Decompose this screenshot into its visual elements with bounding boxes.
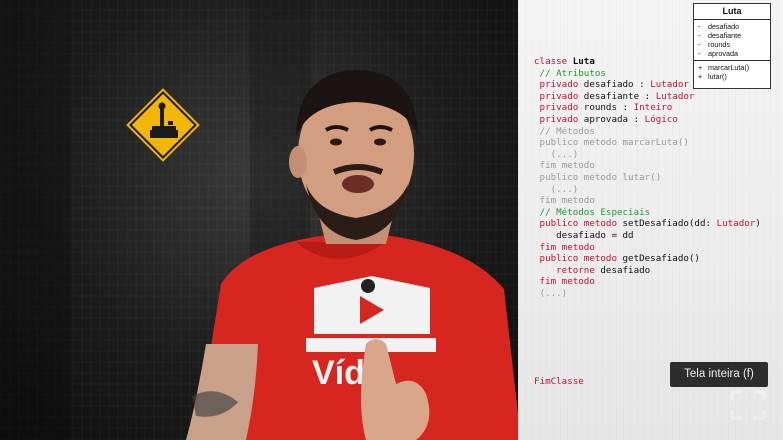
code-token: publico metodo lutar() bbox=[534, 171, 662, 183]
video-player[interactable]: Víd classe Luta // Atributos privado des… bbox=[0, 0, 783, 440]
end-class-label: FimClasse bbox=[534, 376, 584, 387]
uml-member-name: rounds bbox=[708, 40, 730, 49]
code-line: retorne desafiado bbox=[534, 265, 774, 277]
code-token: fim metodo bbox=[534, 195, 595, 207]
code-token: Lógico bbox=[644, 113, 678, 125]
code-line: fim metodo bbox=[534, 160, 774, 172]
code-line: // Métodos bbox=[534, 126, 774, 138]
code-line: publico metodo lutar() bbox=[534, 172, 774, 184]
uml-methods: + marcarLuta() + lutar() bbox=[694, 61, 770, 83]
uml-visibility-symbol: - bbox=[698, 40, 701, 49]
uml-row: - rounds bbox=[698, 40, 766, 49]
code-token: desafiante : bbox=[583, 90, 656, 102]
uml-member-name: desafiado bbox=[708, 22, 740, 31]
uml-visibility-symbol: + bbox=[698, 72, 703, 81]
code-token: publico metodo marcarLuta() bbox=[534, 137, 689, 149]
code-token: classe bbox=[534, 56, 573, 67]
code-line: (...) bbox=[534, 288, 774, 300]
code-token: aprovada : bbox=[583, 113, 645, 125]
uml-visibility-symbol: + bbox=[698, 63, 703, 72]
fullscreen-icon bbox=[730, 390, 742, 400]
code-line: fim metodo bbox=[534, 276, 774, 288]
fullscreen-button[interactable] bbox=[728, 388, 768, 422]
code-token: privado bbox=[534, 90, 584, 102]
code-token: Lutador bbox=[716, 218, 756, 230]
uml-member-name: desafiante bbox=[708, 31, 742, 40]
code-line: fim metodo bbox=[534, 195, 774, 207]
code-token: privado bbox=[534, 113, 584, 125]
uml-class-diagram: Luta - desafiado - desafiante - rounds - aprova… bbox=[693, 3, 771, 89]
uml-member-name: marcarLuta() bbox=[708, 63, 750, 72]
code-line: desafiado = dd bbox=[534, 230, 774, 242]
code-line: (...) bbox=[534, 149, 774, 161]
code-line: (...) bbox=[534, 184, 774, 196]
code-token: ) bbox=[755, 218, 761, 230]
code-token: setDesafiado(dd: bbox=[622, 218, 717, 230]
code-token: privado bbox=[534, 79, 584, 91]
uml-row: + marcarLuta() bbox=[698, 63, 766, 72]
code-token: // Métodos bbox=[534, 125, 595, 137]
code-token: fim metodo bbox=[534, 276, 595, 288]
code-line: // Métodos Especiais bbox=[534, 207, 774, 219]
shirt-text: Víd bbox=[312, 354, 365, 392]
code-token: // Atributos bbox=[534, 67, 606, 79]
pseudocode-block: classe Luta // Atributos privado desafia… bbox=[534, 56, 774, 299]
code-token: fim metodo bbox=[534, 241, 595, 253]
code-line: privado rounds : Inteiro bbox=[534, 102, 774, 114]
code-token: // Métodos Especiais bbox=[534, 206, 651, 218]
code-token: (...) bbox=[534, 287, 568, 299]
code-token: Lutador bbox=[650, 79, 689, 91]
code-token: desafiado = dd bbox=[534, 229, 634, 241]
uml-member-name: aprovada bbox=[708, 49, 738, 58]
uml-row: - desafiado bbox=[698, 22, 766, 31]
code-line: publico metodo getDesafiado() bbox=[534, 253, 774, 265]
uml-member-name: lutar() bbox=[708, 72, 727, 81]
presenter: Víd bbox=[186, 70, 521, 440]
code-token: desafiado : bbox=[583, 79, 651, 91]
code-token: getDesafiado() bbox=[622, 253, 700, 265]
code-token: desafiado bbox=[600, 264, 651, 276]
code-token: Inteiro bbox=[633, 102, 673, 114]
acoustic-panel bbox=[0, 0, 70, 440]
code-token: (...) bbox=[534, 183, 579, 195]
code-line: publico metodo setDesafiado(dd: Lutador) bbox=[534, 218, 774, 230]
fullscreen-tooltip: Tela inteira (f) bbox=[670, 362, 768, 387]
code-token: retorne bbox=[534, 264, 601, 276]
uml-row: - aprovada bbox=[698, 49, 766, 58]
code-token: (...) bbox=[534, 148, 579, 160]
code-token: Lutador bbox=[655, 90, 695, 102]
code-token: Luta bbox=[572, 56, 595, 67]
code-line: privado desafiante : Lutador bbox=[534, 91, 774, 103]
code-line: publico metodo marcarLuta() bbox=[534, 137, 774, 149]
code-token: publico metodo bbox=[534, 218, 623, 230]
video-frame[interactable]: Víd bbox=[0, 0, 521, 440]
uml-visibility-symbol: - bbox=[698, 49, 701, 58]
code-line: privado aprovada : Lógico bbox=[534, 114, 774, 126]
code-token: privado bbox=[534, 102, 584, 114]
uml-attributes: - desafiado - desafiante - rounds - aprovada bbox=[694, 20, 770, 61]
uml-visibility-symbol: - bbox=[698, 22, 701, 31]
code-line: fim metodo bbox=[534, 242, 774, 254]
code-token: publico metodo bbox=[534, 253, 623, 265]
code-token: fim metodo bbox=[534, 160, 595, 172]
uml-visibility-symbol: - bbox=[698, 31, 701, 40]
code-token: rounds : bbox=[583, 102, 634, 114]
uml-row: - desafiante bbox=[698, 31, 766, 40]
uml-class-name: Luta bbox=[694, 4, 770, 20]
uml-row: + lutar() bbox=[698, 72, 766, 81]
